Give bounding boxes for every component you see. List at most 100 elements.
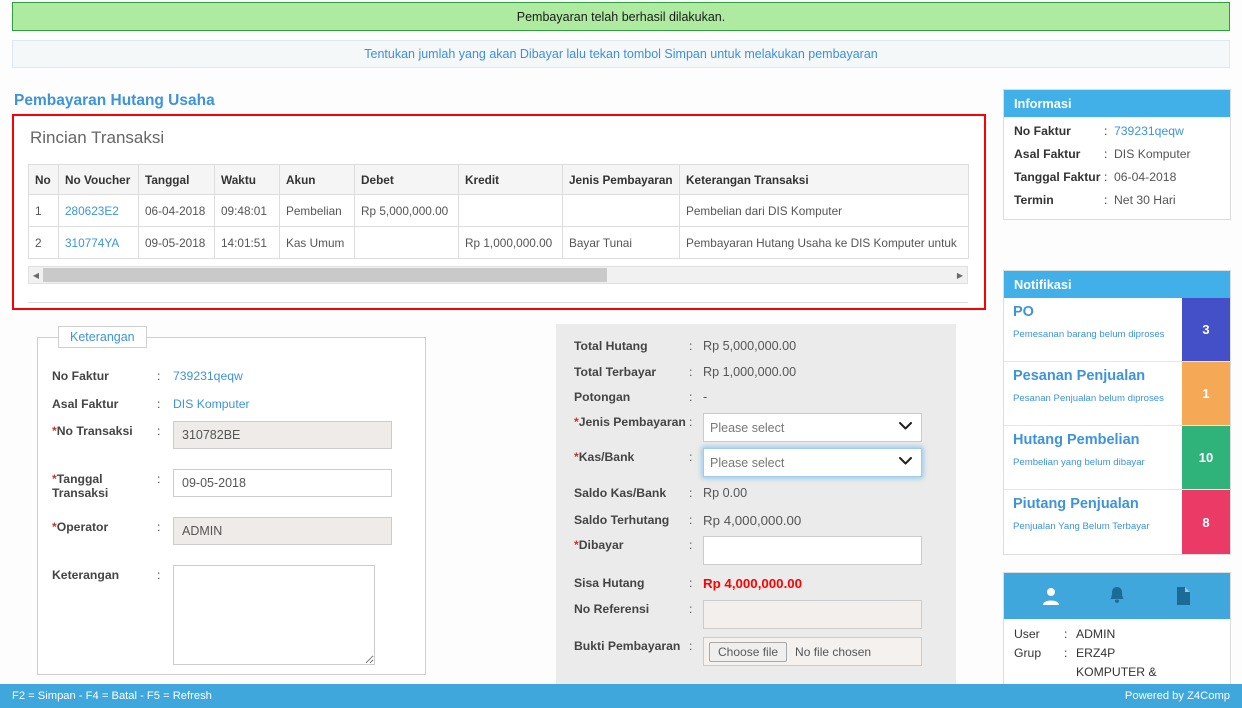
col-no-voucher: No Voucher xyxy=(58,164,139,195)
user-icon[interactable] xyxy=(1040,585,1062,607)
info-value: 06-04-2018 xyxy=(1114,170,1177,184)
grup-value: ERZ4P xyxy=(1076,646,1116,660)
user-label: User xyxy=(1014,627,1040,641)
colon: : xyxy=(1104,147,1108,161)
kas-bank-select-wrapper[interactable]: Please select xyxy=(703,448,922,477)
informasi-panel: Informasi No Faktur : 739231qeqw Asal Fa… xyxy=(1003,89,1231,220)
value-asal-faktur: DIS Komputer xyxy=(173,397,250,411)
cell-kredit xyxy=(458,194,563,227)
scrollbar-track[interactable] xyxy=(43,267,953,283)
colon: : xyxy=(1064,627,1068,641)
success-alert-text: Pembayaran telah berhasil dilakukan. xyxy=(516,9,726,24)
col-akun: Akun xyxy=(279,164,355,195)
colon: : xyxy=(157,568,161,582)
cell-debet: Rp 5,000,000.00 xyxy=(354,194,459,227)
cell-kredit: Rp 1,000,000.00 xyxy=(458,226,563,259)
bukti-pembayaran-file-input[interactable]: Choose file No file chosen xyxy=(703,637,922,666)
table-horizontal-scrollbar[interactable]: ◀ ▶ xyxy=(28,266,968,284)
bell-icon[interactable] xyxy=(1106,585,1128,607)
notification-title: Piutang Penjualan xyxy=(1013,496,1139,512)
no-transaksi-input[interactable] xyxy=(173,421,392,449)
status-badge: 1 xyxy=(1182,362,1230,425)
grup-label: Grup xyxy=(1014,646,1042,660)
scroll-left-arrow-icon[interactable]: ◀ xyxy=(29,267,43,283)
list-item[interactable]: Piutang Penjualan Penjualan Yang Belum T… xyxy=(1004,490,1230,554)
cell-no: 1 xyxy=(28,194,59,227)
info-value: Net 30 Hari xyxy=(1114,193,1176,207)
page-title: Pembayaran Hutang Usaha xyxy=(14,92,215,109)
colon: : xyxy=(689,513,693,527)
grup-value-line2: KOMPUTER & xyxy=(1076,665,1157,679)
status-badge: 10 xyxy=(1182,426,1230,489)
no-referensi-input[interactable] xyxy=(703,600,922,629)
table-row: 2 310774YA 09-05-2018 14:01:51 Kas Umum … xyxy=(28,226,969,259)
operator-input[interactable] xyxy=(173,517,392,545)
value-potongan: - xyxy=(703,390,708,404)
keterangan-textarea[interactable] xyxy=(173,565,375,665)
col-kredit: Kredit xyxy=(458,164,563,195)
notification-text: Pesanan Penjualan Pesanan Penjualan belu… xyxy=(1004,362,1182,425)
colon: : xyxy=(689,486,693,500)
label-no-faktur: No Faktur xyxy=(52,369,109,383)
cell-waktu: 14:01:51 xyxy=(214,226,280,259)
payment-panel: Total Hutang : Rp 5,000,000.00 Total Ter… xyxy=(556,324,956,686)
notification-text: PO Pemesanan barang belum diproses xyxy=(1004,298,1182,361)
notification-text: Piutang Penjualan Penjualan Yang Belum T… xyxy=(1004,490,1182,554)
colon: : xyxy=(689,576,693,590)
colon: : xyxy=(689,602,693,616)
cell-tanggal: 09-05-2018 xyxy=(138,226,215,259)
info-value[interactable]: 739231qeqw xyxy=(1114,124,1184,138)
colon: : xyxy=(157,397,161,411)
scrollbar-thumb[interactable] xyxy=(43,268,608,282)
transaction-table: No No Voucher Tanggal Waktu Akun Debet K… xyxy=(28,164,969,259)
dibayar-input[interactable] xyxy=(703,536,922,565)
notification-subtitle: Pesanan Penjualan belum diproses xyxy=(1013,393,1164,404)
jenis-pembayaran-select[interactable]: Please select xyxy=(703,413,922,442)
info-row: Tanggal Faktur : 06-04-2018 xyxy=(1014,170,1220,184)
scroll-right-arrow-icon[interactable]: ▶ xyxy=(953,267,967,283)
kas-bank-select[interactable]: Please select xyxy=(703,448,922,477)
cell-jenis xyxy=(562,194,680,227)
colon: : xyxy=(1104,193,1108,207)
notification-subtitle: Penjualan Yang Belum Terbayar xyxy=(1013,521,1150,532)
colon: : xyxy=(1064,646,1068,660)
colon: : xyxy=(689,365,693,379)
section-title-rincian-transaksi: Rincian Transaksi xyxy=(30,128,165,147)
colon: : xyxy=(689,339,693,353)
col-jenis-pembayaran: Jenis Pembayaran xyxy=(562,164,680,195)
grup-row: Grup : ERZ4P xyxy=(1014,644,1220,663)
notification-title: Hutang Pembelian xyxy=(1013,432,1140,448)
status-bar: F2 = Simpan - F4 = Batal - F5 = Refresh … xyxy=(0,684,1242,708)
status-badge: 8 xyxy=(1182,490,1230,554)
list-item[interactable]: PO Pemesanan barang belum diproses 3 xyxy=(1004,298,1230,362)
voucher-link[interactable]: 310774YA xyxy=(65,236,119,250)
label-no-referensi: No Referensi xyxy=(574,602,650,616)
label-dibayar: *Dibayar xyxy=(574,536,689,552)
divider xyxy=(28,302,968,303)
jenis-pembayaran-select-wrapper[interactable]: Please select xyxy=(703,413,922,442)
label-sisa-hutang: Sisa Hutang xyxy=(574,576,645,590)
notification-subtitle: Pemesanan barang belum diproses xyxy=(1013,329,1165,340)
transaction-table-wrapper: No No Voucher Tanggal Waktu Akun Debet K… xyxy=(28,164,969,259)
label-text: Jenis Pembayaran xyxy=(578,415,686,429)
info-alert-text: Tentukan jumlah yang akan Dibayar lalu t… xyxy=(364,47,878,61)
choose-file-button[interactable]: Choose file xyxy=(709,641,788,662)
cell-voucher-link[interactable]: 310774YA xyxy=(58,226,139,259)
success-alert: Pembayaran telah berhasil dilakukan. xyxy=(12,2,1230,31)
label-total-terbayar: Total Terbayar xyxy=(574,365,657,379)
voucher-link[interactable]: 280623E2 xyxy=(65,204,119,218)
notification-title: PO xyxy=(1013,304,1034,320)
colon: : xyxy=(689,639,693,653)
table-header-row: No No Voucher Tanggal Waktu Akun Debet K… xyxy=(28,164,969,195)
list-item[interactable]: Hutang Pembelian Pembelian yang belum di… xyxy=(1004,426,1230,490)
cell-voucher-link[interactable]: 280623E2 xyxy=(58,194,139,227)
info-row: Termin : Net 30 Hari xyxy=(1014,193,1220,207)
label-jenis-pembayaran: *Jenis Pembayaran xyxy=(574,413,689,429)
tanggal-transaksi-input[interactable] xyxy=(173,469,392,497)
list-item[interactable]: Pesanan Penjualan Pesanan Penjualan belu… xyxy=(1004,362,1230,426)
value-no-faktur: 739231qeqw xyxy=(173,369,243,383)
value-sisa-hutang: Rp 4,000,000.00 xyxy=(703,576,803,591)
colon: : xyxy=(689,538,693,552)
label-total-hutang: Total Hutang xyxy=(574,339,648,353)
document-icon[interactable] xyxy=(1172,585,1194,607)
